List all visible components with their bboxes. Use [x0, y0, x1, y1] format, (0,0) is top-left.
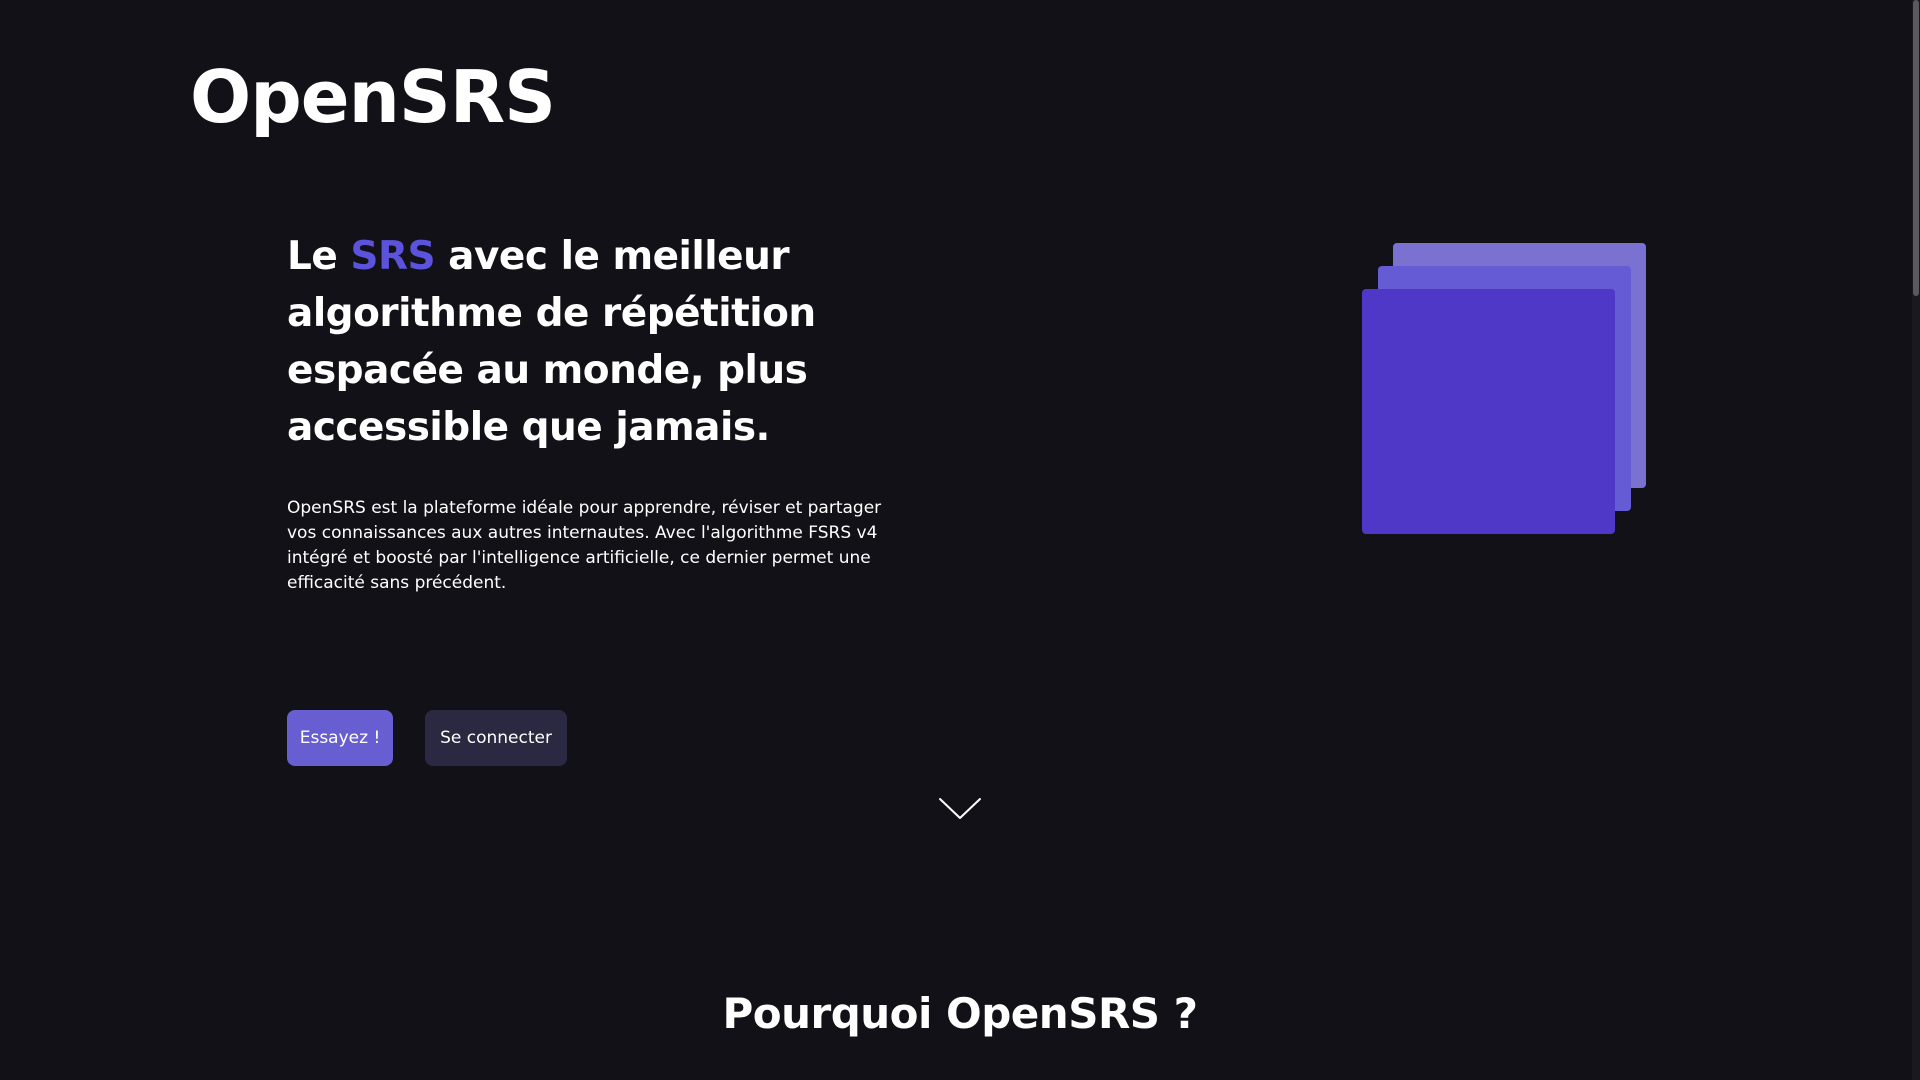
hero-title: Le SRS avec le meilleur algorithme de ré… — [287, 228, 847, 456]
site-logo[interactable]: OpenSRS — [190, 52, 556, 142]
chevron-down-svg — [939, 798, 981, 819]
try-button[interactable]: Essayez ! — [287, 710, 393, 766]
card-front — [1362, 289, 1615, 534]
scrollbar-thumb[interactable] — [1913, 0, 1919, 296]
chevron-down-icon[interactable] — [938, 796, 982, 822]
why-section-title: Pourquoi OpenSRS ? — [722, 989, 1198, 1038]
hero-title-prefix: Le — [287, 234, 351, 279]
card-stack-illustration — [1362, 243, 1648, 535]
hero-title-accent: SRS — [350, 234, 436, 279]
landing-page: OpenSRS Le SRS avec le meilleur algorith… — [0, 0, 1920, 1080]
login-button[interactable]: Se connecter — [425, 710, 567, 766]
hero-description: OpenSRS est la plateforme idéale pour ap… — [287, 498, 882, 593]
page-scrollbar[interactable] — [1912, 0, 1920, 1080]
